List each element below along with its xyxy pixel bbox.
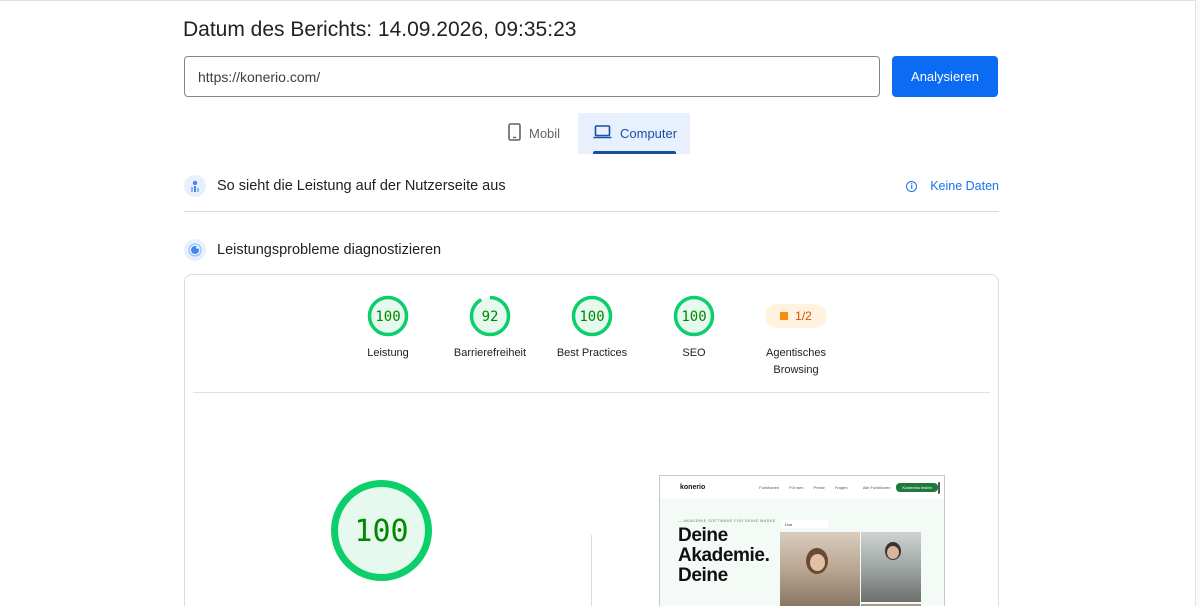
no-data-label: Keine Daten bbox=[930, 179, 999, 193]
preview-eyebrow: — AKADEMIE SOFTWARE FÜR DEINE MARKE bbox=[678, 518, 776, 523]
tab-mobile-label: Mobil bbox=[529, 126, 561, 141]
preview-login: Alle Funktionen bbox=[862, 484, 891, 490]
preview-photo-man bbox=[861, 532, 921, 602]
tab-computer[interactable]: Computer bbox=[578, 113, 690, 154]
preview-badge: Live bbox=[782, 520, 828, 528]
gauge-performance-label: Leistung bbox=[367, 347, 409, 359]
gauge-seo-label: SEO bbox=[682, 347, 706, 359]
preview-photo-woman bbox=[780, 532, 860, 606]
phone-icon bbox=[508, 123, 521, 144]
tab-mobile[interactable]: Mobil bbox=[498, 113, 574, 154]
preview-nav-link: Fragen bbox=[834, 484, 848, 490]
gauge-agentic-browsing[interactable]: 1/2 Agentisches Browsing bbox=[741, 295, 851, 379]
preview-cta: Kostenlos testen bbox=[896, 482, 938, 492]
gauge-performance-ring: 100 bbox=[367, 295, 409, 337]
gauge-accessibility-score: 92 bbox=[482, 309, 499, 325]
info-icon: i bbox=[906, 180, 918, 192]
performance-big-gauge: 100 bbox=[331, 480, 432, 581]
diagnostics-section: Leistungsprobleme diagnostizieren bbox=[184, 237, 999, 263]
report-date-title: Datum des Berichts: 14.09.2026, 09:35:23 bbox=[183, 18, 577, 41]
preview-scrollbar bbox=[938, 482, 940, 494]
agentic-label-line1: Agentisches bbox=[766, 347, 826, 359]
diagnostics-title: Leistungsprobleme diagnostizieren bbox=[217, 242, 442, 258]
page-screenshot-preview[interactable]: konerio Funktionen Für wen Preise Fragen… bbox=[659, 475, 945, 606]
gauge-seo-ring: 100 bbox=[673, 295, 715, 337]
gauge-accessibility-ring: 92 bbox=[469, 295, 511, 337]
preview-nav-link: Funktionen bbox=[759, 484, 780, 490]
gauge-best-practices-score: 100 bbox=[579, 309, 604, 325]
top-border bbox=[0, 0, 1200, 3]
gauge-accessibility[interactable]: 92 Barrierefreiheit bbox=[435, 295, 545, 362]
performance-big-score: 100 bbox=[354, 514, 408, 549]
panel-divider bbox=[193, 392, 990, 393]
preview-nav: konerio Funktionen Für wen Preise Fragen… bbox=[660, 476, 944, 498]
gauge-performance-score: 100 bbox=[375, 309, 400, 325]
url-input[interactable] bbox=[184, 56, 880, 97]
agentic-label-line2: Browsing bbox=[773, 364, 819, 376]
gauge-best-practices-ring: 100 bbox=[571, 295, 613, 337]
tab-computer-label: Computer bbox=[620, 126, 678, 141]
no-data-link[interactable]: i Keine Daten bbox=[906, 179, 999, 193]
preview-logo: konerio bbox=[680, 483, 706, 491]
gauge-seo[interactable]: 100 SEO bbox=[639, 295, 749, 362]
preview-nav-link: Für wen bbox=[789, 484, 804, 490]
analyze-button[interactable]: Analysieren bbox=[892, 56, 998, 97]
gauge-performance[interactable]: 100 Leistung bbox=[333, 295, 443, 362]
field-data-section: So sieht die Leistung auf der Nutzerseit… bbox=[184, 173, 999, 199]
agentic-score-value: 1/2 bbox=[795, 309, 812, 323]
warning-square-icon bbox=[780, 312, 789, 320]
gauge-accessibility-label: Barrierefreiheit bbox=[453, 347, 527, 359]
section-divider bbox=[184, 211, 999, 212]
preview-nav-right: Alle Funktionen Kostenlos testen bbox=[862, 482, 938, 492]
gauge-best-practices-label: Best Practices bbox=[556, 347, 628, 359]
agentic-score-pill: 1/2 bbox=[765, 304, 827, 328]
vertical-divider bbox=[591, 535, 592, 606]
lab-icon bbox=[184, 239, 206, 261]
page-scrollbar[interactable] bbox=[1195, 0, 1200, 606]
laptop-icon bbox=[593, 125, 612, 142]
users-icon bbox=[184, 175, 206, 197]
scores-panel: 100 Leistung 92 Barrierefreiheit 100 Bes… bbox=[184, 274, 999, 606]
preview-nav-links: Funktionen Für wen Preise Fragen bbox=[759, 485, 847, 490]
preview-nav-link: Preise bbox=[813, 484, 825, 490]
gauge-best-practices[interactable]: 100 Best Practices bbox=[537, 295, 647, 362]
field-data-title: So sieht die Leistung auf der Nutzerseit… bbox=[217, 178, 506, 194]
preview-headline: Deine Akademie. Deine bbox=[678, 525, 770, 586]
agentic-label: Agentisches Browsing bbox=[741, 345, 851, 379]
gauge-seo-score: 100 bbox=[681, 309, 706, 325]
